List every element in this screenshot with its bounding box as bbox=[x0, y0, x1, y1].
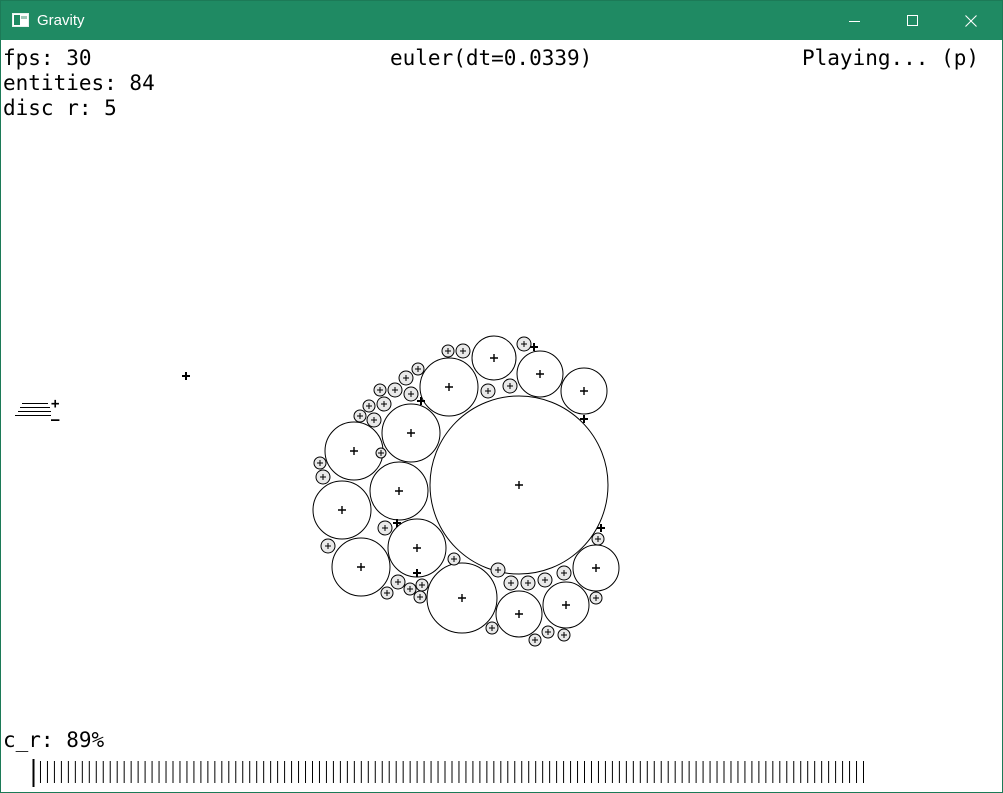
integrator-readout: euler(dt=0.0339) bbox=[390, 46, 593, 70]
gravity-window: Gravity fps: 30 entities: 84 disc r: 5 e… bbox=[0, 0, 1003, 793]
disc-entity bbox=[331, 537, 391, 597]
disc-entity bbox=[572, 544, 620, 592]
disc-entity bbox=[411, 362, 425, 376]
disc-entity bbox=[369, 461, 429, 521]
close-button[interactable] bbox=[942, 1, 1000, 40]
disc-radius-readout: disc r: 5 bbox=[3, 96, 117, 120]
disc-entity bbox=[413, 590, 427, 604]
disc-entity bbox=[537, 572, 553, 588]
disc-entity bbox=[353, 409, 367, 423]
disc-entity bbox=[557, 628, 571, 642]
disc-entity bbox=[542, 581, 590, 629]
disc-entity bbox=[480, 383, 496, 399]
disc-entity bbox=[366, 412, 382, 428]
maximize-button[interactable] bbox=[884, 1, 942, 40]
simulation-canvas[interactable] bbox=[1, 40, 1002, 792]
disc-entity bbox=[471, 335, 517, 381]
disc-entity bbox=[381, 403, 441, 463]
disc-entity bbox=[591, 532, 605, 546]
disc-entity bbox=[441, 344, 455, 358]
disc-entity bbox=[376, 396, 392, 412]
disc-entity bbox=[373, 383, 387, 397]
disc-entity bbox=[320, 538, 336, 554]
disc-entity bbox=[398, 370, 414, 386]
disc-entity bbox=[589, 591, 603, 605]
disc-entity bbox=[516, 350, 564, 398]
disc-entity bbox=[541, 625, 555, 639]
app-window-icon bbox=[12, 13, 29, 27]
disc-entity bbox=[429, 395, 609, 575]
disc-entity bbox=[556, 565, 572, 581]
disc-entity bbox=[312, 480, 372, 540]
disc-entity bbox=[485, 621, 499, 635]
close-icon bbox=[965, 14, 977, 27]
disc-entity bbox=[455, 343, 471, 359]
disc-entity bbox=[313, 456, 327, 470]
fps-readout: fps: 30 bbox=[3, 46, 92, 70]
disc-entity bbox=[503, 575, 519, 591]
disc-entity bbox=[502, 378, 518, 394]
c-r-label: c_r: 89% bbox=[3, 728, 105, 752]
disc-entity bbox=[520, 575, 536, 591]
disc-entity bbox=[490, 562, 506, 578]
disc-entity bbox=[516, 336, 532, 352]
disc-entity bbox=[495, 590, 543, 638]
zoom-control[interactable]: + – bbox=[14, 397, 66, 428]
disc-entity bbox=[415, 578, 429, 592]
disc-entity bbox=[377, 520, 393, 536]
disc-entity bbox=[380, 586, 394, 600]
disc-entity bbox=[528, 633, 542, 647]
zoom-out-button[interactable]: – bbox=[51, 413, 59, 427]
disc-entity bbox=[324, 421, 384, 481]
disc-entity bbox=[447, 552, 461, 566]
disc-entity bbox=[387, 382, 403, 398]
zoom-in-button[interactable]: + bbox=[51, 397, 59, 411]
disc-entity bbox=[419, 357, 479, 417]
minimize-icon bbox=[849, 20, 860, 22]
disc-entity bbox=[375, 447, 387, 459]
disc-entity bbox=[403, 582, 417, 596]
disc-entity bbox=[315, 469, 331, 485]
disc-entity bbox=[362, 399, 376, 413]
point-particle bbox=[182, 372, 190, 380]
disc-entity bbox=[387, 518, 447, 578]
maximize-icon bbox=[907, 14, 918, 26]
disc-entity bbox=[403, 386, 419, 402]
minimize-button[interactable] bbox=[826, 1, 884, 40]
window-title: Gravity bbox=[37, 12, 85, 29]
c-r-slider[interactable] bbox=[32, 759, 866, 787]
entities-readout: entities: 84 bbox=[3, 71, 155, 95]
disc-entity bbox=[560, 367, 608, 415]
disc-entity bbox=[390, 574, 406, 590]
disc-entity bbox=[426, 562, 498, 634]
play-status[interactable]: Playing... (p) bbox=[802, 46, 979, 70]
title-bar[interactable]: Gravity bbox=[1, 1, 1002, 40]
